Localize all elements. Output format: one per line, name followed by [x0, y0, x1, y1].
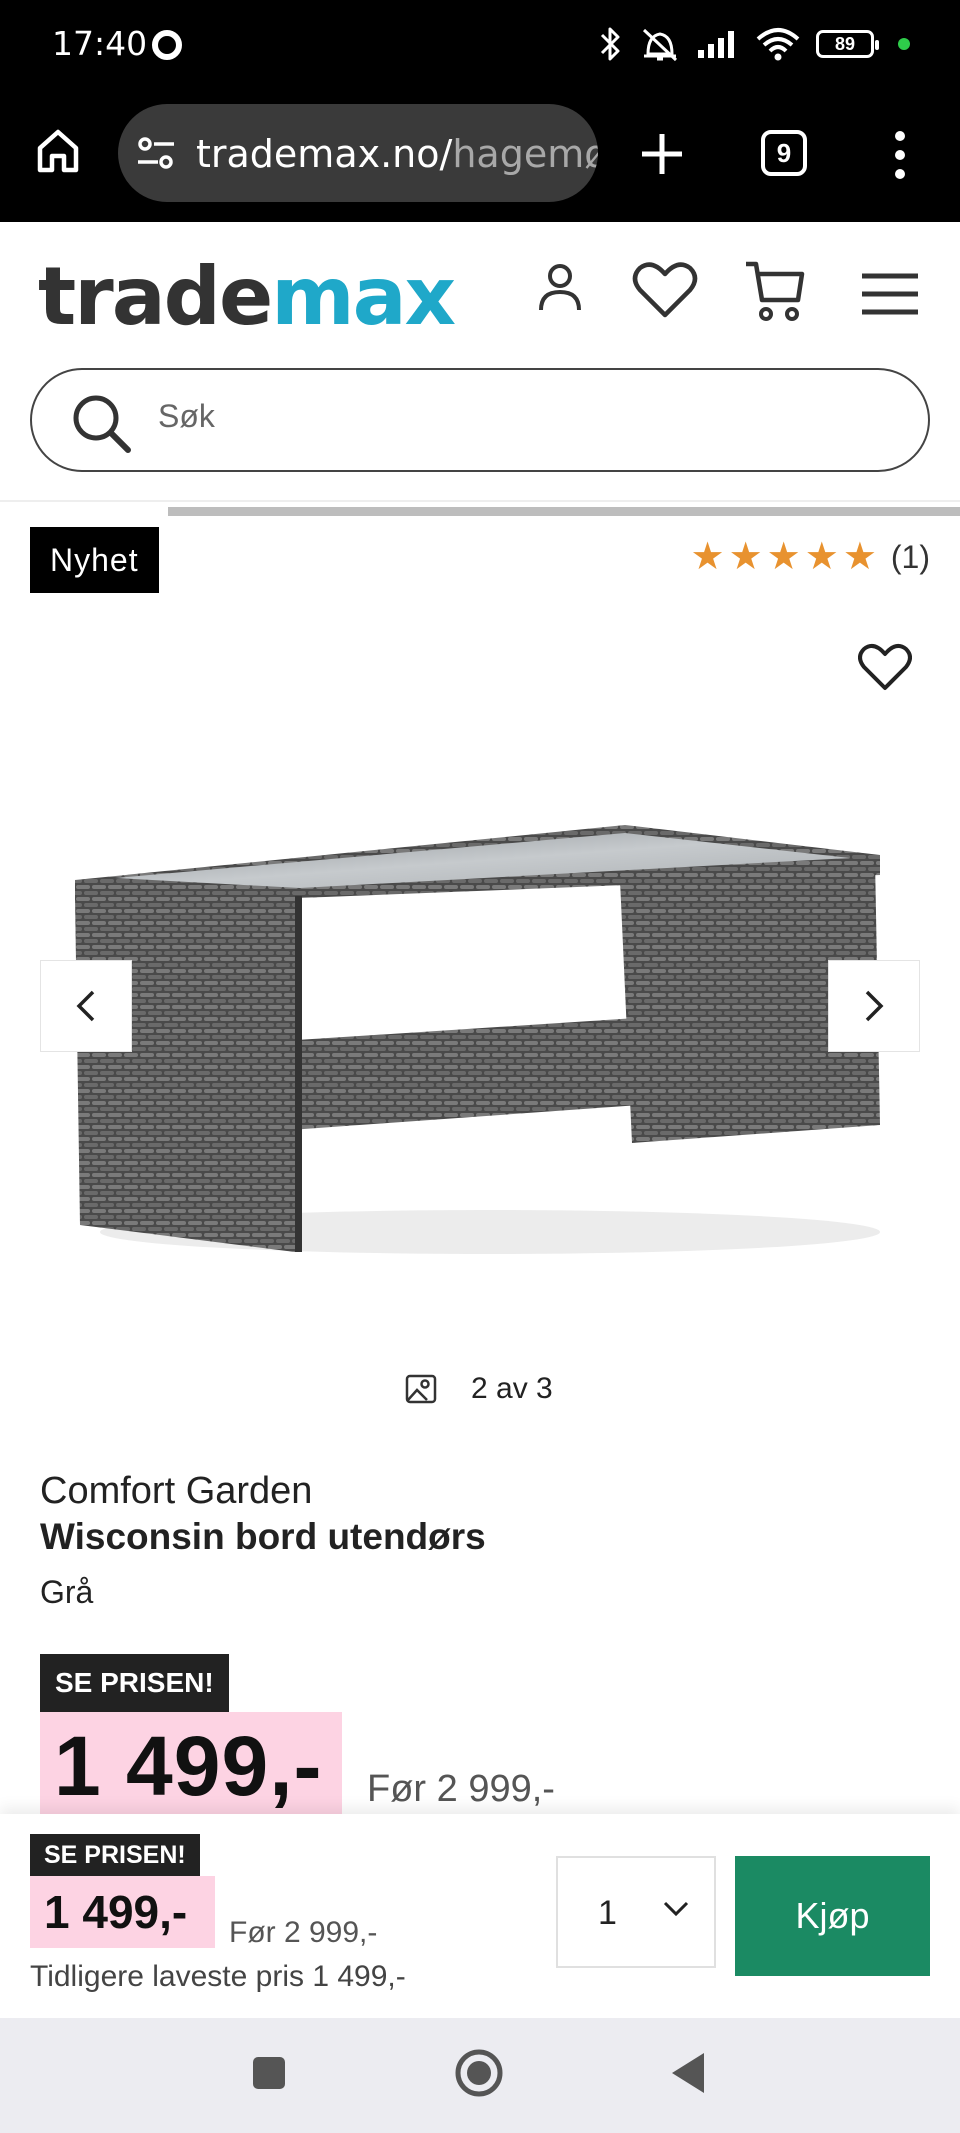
- image-counter: 2 av 3: [405, 1372, 553, 1406]
- star-icon: ★: [804, 536, 839, 578]
- star-icon: ★: [728, 536, 763, 578]
- site-header: trademax: [0, 222, 960, 502]
- new-tab-icon[interactable]: [640, 132, 684, 176]
- chevron-down-icon: [663, 1901, 689, 1917]
- url-text: trademax.no/hagemøl: [196, 132, 598, 176]
- sticky-deal-badge: SE PRISEN!: [30, 1834, 200, 1876]
- system-navigation-bar: [0, 2018, 960, 2133]
- url-main: trademax.no/: [196, 132, 453, 176]
- image-counter-text: 2 av 3: [471, 1372, 553, 1405]
- star-icon: ★: [766, 536, 801, 578]
- lowest-price-note: Tidligere laveste pris 1 499,-: [30, 1960, 406, 1993]
- notification-dot-icon: [152, 30, 182, 60]
- product-color: Grå: [40, 1574, 94, 1610]
- chevron-left-icon: [76, 990, 95, 1022]
- trademax-logo[interactable]: trademax: [38, 250, 456, 343]
- buy-button[interactable]: Kjøp: [735, 1856, 930, 1976]
- gallery-next-button[interactable]: [828, 960, 920, 1052]
- status-time: 17:40: [52, 24, 148, 63]
- wishlist-icon[interactable]: [632, 260, 698, 320]
- favorite-heart-icon[interactable]: [858, 642, 912, 692]
- more-menu-icon[interactable]: [893, 130, 907, 180]
- product-image: [75, 825, 880, 1254]
- new-badge: Nyhet: [30, 527, 159, 593]
- account-icon[interactable]: [536, 260, 584, 316]
- status-icons: 89: [598, 22, 910, 66]
- address-bar[interactable]: trademax.no/hagemøl: [118, 104, 598, 202]
- product-price: 1 499,-: [40, 1712, 342, 1820]
- before-price: Før 2 999,-: [367, 1768, 555, 1810]
- home-button-icon[interactable]: [454, 2048, 504, 2098]
- quantity-value: 1: [598, 1894, 617, 1932]
- chevron-right-icon: [865, 990, 884, 1022]
- bluetooth-icon: [600, 27, 620, 61]
- product-title: Wisconsin bord utendørs: [40, 1516, 486, 1557]
- url-rest: hagemøl: [452, 132, 598, 176]
- gallery-prev-button[interactable]: [40, 960, 132, 1052]
- logo-part-trade: trade: [38, 250, 273, 343]
- privacy-dot-icon: [898, 38, 910, 50]
- menu-icon[interactable]: [860, 272, 920, 316]
- sticky-before-price: Før 2 999,-: [229, 1916, 378, 1949]
- site-settings-icon[interactable]: [136, 134, 176, 172]
- gallery-scroll-indicator: [168, 507, 960, 516]
- vibrate-off-icon: [642, 28, 678, 62]
- wifi-icon: [756, 28, 800, 61]
- search-bar[interactable]: [30, 368, 930, 472]
- sticky-buy-bar: SE PRISEN! 1 499,- Før 2 999,- Tidligere…: [0, 1814, 960, 2018]
- battery-icon: 89: [816, 30, 879, 58]
- product-rating[interactable]: ★ ★ ★ ★ ★ (1): [691, 538, 931, 576]
- home-icon[interactable]: [34, 126, 82, 174]
- quantity-select[interactable]: 1: [556, 1856, 716, 1968]
- star-icon: ★: [842, 536, 877, 578]
- search-input[interactable]: [158, 398, 858, 435]
- rating-count: (1): [890, 538, 930, 575]
- sticky-price: 1 499,-: [30, 1876, 215, 1948]
- tab-switcher-button[interactable]: 9: [761, 130, 807, 176]
- deal-badge: SE PRISEN!: [40, 1654, 229, 1712]
- browser-toolbar: trademax.no/hagemøl 9: [0, 90, 960, 222]
- star-icon: ★: [690, 536, 725, 578]
- signal-icon: [698, 31, 734, 58]
- recents-icon[interactable]: [252, 2056, 286, 2090]
- logo-part-max: max: [271, 250, 456, 343]
- product-brand[interactable]: Comfort Garden: [40, 1470, 312, 1513]
- back-icon[interactable]: [670, 2052, 706, 2094]
- image-icon: [405, 1374, 437, 1404]
- search-icon: [73, 395, 131, 453]
- cart-icon[interactable]: [744, 260, 806, 324]
- status-bar: 17:40 89: [0, 0, 960, 90]
